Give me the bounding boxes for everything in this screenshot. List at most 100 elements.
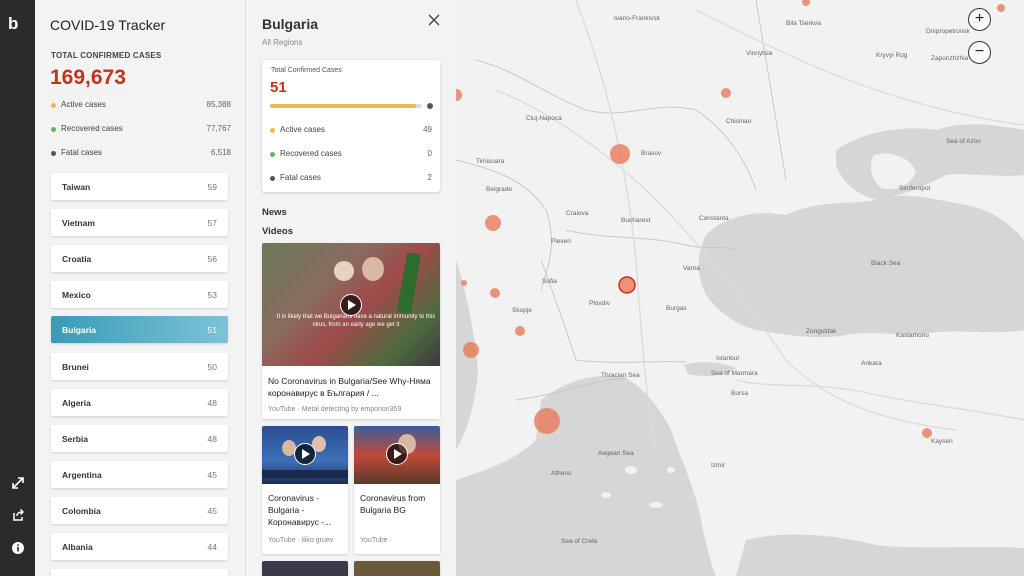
map-label: Athens	[551, 470, 572, 477]
expand-icon[interactable]	[9, 476, 27, 494]
detail-fatal-stat: Fatal cases 2	[270, 173, 432, 185]
stat-label: Active cases	[280, 125, 325, 134]
news-heading: News	[262, 207, 287, 218]
video-title[interactable]: No Coronavirus in Bulgaria/See Why-Няма …	[268, 375, 436, 399]
map-label: Sea of Azov	[946, 138, 981, 145]
country-count: 48	[207, 398, 217, 408]
country-count: 53	[207, 290, 217, 300]
map-label: Timisoara	[476, 158, 505, 165]
map-label: Kastamonu	[896, 332, 929, 339]
map-label: Zaporizhzhia	[931, 55, 969, 62]
country-name: Brunei	[62, 362, 89, 372]
fatal-dot-icon	[270, 176, 275, 181]
video-source: YouTube ·	[360, 537, 392, 544]
active-dot-icon	[270, 128, 275, 133]
active-dot-icon	[51, 103, 56, 108]
country-item-argentina[interactable]: Argentina 45	[51, 461, 228, 488]
play-icon[interactable]	[294, 443, 316, 465]
map-label: Bila Tserkva	[786, 20, 821, 27]
region-selector[interactable]: All Regions	[262, 38, 302, 47]
map-canvas[interactable]	[456, 0, 1024, 576]
app-title: COVID-19 Tracker	[50, 17, 166, 33]
country-item-taiwan[interactable]: Taiwan 59	[51, 173, 228, 200]
stat-value: 6,518	[210, 148, 231, 157]
map-label: Belgrade	[486, 186, 513, 193]
country-item-next[interactable]	[51, 569, 228, 576]
map-label: Craiova	[566, 210, 589, 217]
fatal-dot-icon	[51, 151, 56, 156]
country-item-serbia[interactable]: Serbia 48	[51, 425, 228, 452]
videos-heading: Videos	[262, 226, 293, 237]
country-count: 56	[207, 254, 217, 264]
stat-value: 0	[427, 149, 432, 158]
country-item-brunei[interactable]: Brunei 50	[51, 353, 228, 380]
country-name: Croatia	[62, 254, 92, 264]
country-count: 45	[207, 470, 217, 480]
map-label: Black Sea	[871, 260, 901, 267]
map-label: Sea of Crete	[561, 538, 598, 545]
map-label: Constanta	[699, 215, 729, 222]
map-label: Brasov	[641, 150, 662, 157]
stat-value: 77,767	[206, 124, 231, 133]
map-label: Istanbul	[716, 355, 739, 362]
country-name: Colombia	[62, 506, 101, 516]
map-label: Burgas	[666, 305, 687, 312]
country-name: Taiwan	[62, 182, 91, 192]
bing-logo-icon[interactable]: b	[8, 14, 28, 34]
country-item-colombia[interactable]: Colombia 45	[51, 497, 228, 524]
map-label: Skopje	[512, 307, 532, 314]
video-card[interactable]: Coronavirus from Bulgaria BG YouTube ·	[354, 426, 440, 554]
map-label: Thracian Sea	[601, 372, 640, 379]
country-detail-panel: Bulgaria All Regions Total Confirmed Cas…	[245, 0, 456, 576]
map-label: Zonguldak	[806, 328, 837, 335]
share-icon[interactable]	[9, 508, 27, 526]
info-icon[interactable]	[9, 541, 27, 559]
map-label: Bursa	[731, 390, 748, 397]
country-item-mexico[interactable]: Mexico 53	[51, 281, 228, 308]
country-item-bulgaria[interactable]: Bulgaria 51	[51, 316, 228, 343]
cases-progress-bar	[270, 104, 422, 108]
fatal-cases-stat: Fatal cases 6,518	[51, 148, 231, 160]
map-label: Izmir	[711, 462, 726, 469]
stat-value: 2	[427, 173, 432, 182]
country-name: Vietnam	[62, 218, 95, 228]
zoom-in-button[interactable]: +	[968, 8, 991, 31]
video-card[interactable]	[262, 561, 348, 576]
country-count: 44	[207, 542, 217, 552]
detail-title: Bulgaria	[262, 16, 319, 32]
video-title[interactable]: Coronavirus - Bulgaria - Коронавирус -..…	[268, 492, 346, 528]
map-label: Bucharest	[621, 217, 651, 224]
country-name: Serbia	[62, 434, 88, 444]
map-view[interactable]: Ivano-Frankivsk Bila Tserkva Vinnytsia D…	[456, 0, 1024, 576]
country-item-albania[interactable]: Albania 44	[51, 533, 228, 560]
video-source: YouTube · iliko gruev	[268, 537, 334, 544]
map-label: Kryvyi Rog	[876, 52, 908, 59]
play-icon[interactable]	[340, 294, 362, 316]
close-icon[interactable]	[426, 13, 442, 29]
video-card[interactable]	[354, 561, 440, 576]
total-confirmed-label: TOTAL CONFIRMED CASES	[51, 51, 162, 60]
map-label: Vinnytsia	[746, 50, 773, 57]
stat-label: Fatal cases	[280, 173, 321, 182]
video-card[interactable]: It is likely that we Bulgarians have a n…	[262, 243, 440, 419]
stat-label: Recovered cases	[280, 149, 342, 158]
country-item-croatia[interactable]: Croatia 56	[51, 245, 228, 272]
video-thumbnail	[262, 561, 348, 576]
video-card[interactable]: Coronavirus - Bulgaria - Коронавирус -..…	[262, 426, 348, 554]
play-icon[interactable]	[386, 443, 408, 465]
stat-label: Active cases	[61, 100, 106, 109]
country-name: Bulgaria	[62, 325, 97, 335]
video-title[interactable]: Coronavirus from Bulgaria BG	[360, 492, 438, 516]
fatal-marker	[427, 103, 433, 109]
zoom-out-button[interactable]: −	[968, 41, 991, 64]
map-label: Kayseri	[931, 438, 953, 445]
card-value: 51	[270, 79, 287, 96]
video-caption: It is likely that we Bulgarians have a n…	[276, 314, 436, 328]
map-label: Aegean Sea	[598, 450, 634, 457]
total-confirmed-value: 169,673	[50, 66, 126, 89]
map-label: Dnipropetrovsk	[926, 28, 970, 35]
map-label: Ankara	[861, 360, 882, 367]
country-item-vietnam[interactable]: Vietnam 57	[51, 209, 228, 236]
country-item-algeria[interactable]: Algeria 48	[51, 389, 228, 416]
detail-active-stat: Active cases 49	[270, 125, 432, 137]
